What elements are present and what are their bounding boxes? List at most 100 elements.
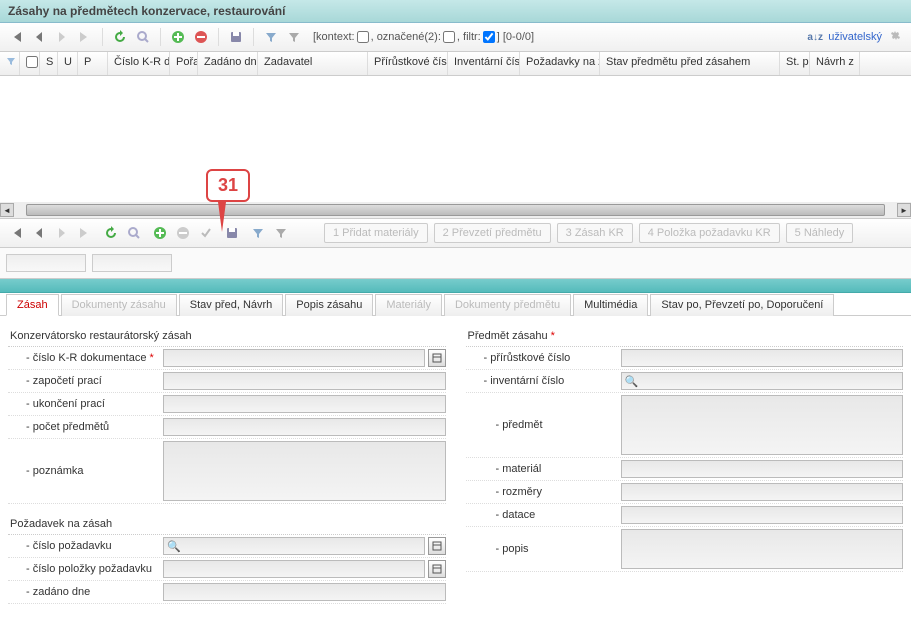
grid-col-10[interactable]: Inventární číslo bbox=[448, 52, 520, 75]
search-icon[interactable]: 🔍 bbox=[625, 375, 639, 388]
form-area: Konzervátorsko restaurátorský zásah - čí… bbox=[0, 316, 911, 624]
label-material: - materiál bbox=[466, 460, 621, 478]
user-link[interactable]: uživatelský bbox=[828, 31, 882, 43]
context-checkbox[interactable] bbox=[357, 31, 369, 43]
input-desc[interactable] bbox=[621, 529, 904, 569]
nav-last-icon[interactable] bbox=[75, 27, 95, 47]
nav-last-icon[interactable] bbox=[75, 223, 95, 243]
input-count[interactable] bbox=[163, 418, 446, 436]
label-dating: - datace bbox=[466, 506, 621, 524]
input-accnum[interactable] bbox=[621, 349, 904, 367]
tab-0[interactable]: Zásah bbox=[6, 294, 59, 316]
label-kr-doc: - číslo K-R dokumentace * bbox=[8, 349, 163, 367]
save-icon[interactable] bbox=[226, 27, 246, 47]
label-accnum: - přírůstkové číslo bbox=[466, 349, 621, 367]
scroll-right-icon[interactable]: ► bbox=[897, 203, 911, 217]
remove-icon[interactable] bbox=[173, 223, 193, 243]
tab-2[interactable]: Stav před, Návrh bbox=[179, 294, 284, 316]
nav-first-icon[interactable] bbox=[6, 27, 26, 47]
input-end[interactable] bbox=[163, 395, 446, 413]
grid-col-1[interactable] bbox=[20, 52, 40, 75]
action-btn-1[interactable]: 2 Převzetí předmětu bbox=[434, 223, 551, 243]
label-start: - započetí prací bbox=[8, 372, 163, 390]
nav-next-icon[interactable] bbox=[52, 27, 72, 47]
filter-clear-icon[interactable] bbox=[271, 223, 291, 243]
status-text: [kontext: , označené(2): , filtr: ] [0-0… bbox=[313, 31, 534, 43]
grid-col-9[interactable]: Přírůstkové číslo bbox=[368, 52, 448, 75]
search-icon[interactable]: 🔍 bbox=[167, 540, 181, 553]
grid-col-13[interactable]: St. př bbox=[780, 52, 810, 75]
input-dating[interactable] bbox=[621, 506, 904, 524]
detail-toolbar: 31 1 Přidat materiály2 Převzetí předmětu… bbox=[0, 218, 911, 248]
grid-col-12[interactable]: Stav předmětu před zásahem bbox=[600, 52, 780, 75]
grid-col-3[interactable]: U bbox=[58, 52, 78, 75]
nav-next-icon[interactable] bbox=[52, 223, 72, 243]
nav-prev-icon[interactable] bbox=[29, 27, 49, 47]
grid-col-6[interactable]: Pořa bbox=[170, 52, 198, 75]
input-dims[interactable] bbox=[621, 483, 904, 501]
window-title: Zásahy na předmětech konzervace, restaur… bbox=[0, 0, 911, 23]
nav-prev-icon[interactable] bbox=[29, 223, 49, 243]
label-note: - poznámka bbox=[8, 462, 163, 480]
scroll-left-icon[interactable]: ◄ bbox=[0, 203, 14, 217]
teal-divider bbox=[0, 279, 911, 293]
sub-toolbar bbox=[0, 248, 911, 279]
refresh-icon[interactable] bbox=[101, 223, 121, 243]
action-btn-0[interactable]: 1 Přidat materiály bbox=[324, 223, 428, 243]
grid-col-4[interactable]: P bbox=[78, 52, 108, 75]
action-btn-3[interactable]: 4 Položka požadavku KR bbox=[639, 223, 780, 243]
settings-icon[interactable] bbox=[885, 27, 905, 47]
remove-icon[interactable] bbox=[191, 27, 211, 47]
grid-scrollbar[interactable]: ◄ ► bbox=[0, 202, 911, 218]
add-icon[interactable] bbox=[168, 27, 188, 47]
input-kr-doc[interactable] bbox=[163, 349, 425, 367]
input-reqdate[interactable] bbox=[163, 583, 446, 601]
tab-6[interactable]: Multimédia bbox=[573, 294, 648, 316]
tab-7[interactable]: Stav po, Převzetí po, Doporučení bbox=[650, 294, 834, 316]
sub-field-2[interactable] bbox=[92, 254, 172, 272]
picker-reqnum-icon[interactable] bbox=[428, 537, 446, 555]
form-right-column: Předmět zásahu * - přírůstkové číslo - i… bbox=[466, 326, 904, 604]
label-itemnum: - číslo položky požadavku bbox=[8, 560, 163, 578]
label-count: - počet předmětů bbox=[8, 418, 163, 436]
add-icon[interactable] bbox=[150, 223, 170, 243]
picker-itemnum-icon[interactable] bbox=[428, 560, 446, 578]
grid-col-5[interactable]: Číslo K-R dok bbox=[108, 52, 170, 75]
nav-first-icon[interactable] bbox=[6, 223, 26, 243]
grid-col-2[interactable]: S bbox=[40, 52, 58, 75]
tab-1[interactable]: Dokumenty zásahu bbox=[61, 294, 177, 316]
callout-annotation: 31 bbox=[206, 169, 250, 232]
refresh-icon[interactable] bbox=[110, 27, 130, 47]
input-reqnum[interactable]: 🔍 bbox=[163, 537, 425, 555]
scroll-thumb[interactable] bbox=[26, 204, 885, 216]
input-invnum[interactable]: 🔍 bbox=[621, 372, 904, 390]
action-btn-4[interactable]: 5 Náhledy bbox=[786, 223, 854, 243]
zoom-icon[interactable] bbox=[133, 27, 153, 47]
picker-kr-doc-icon[interactable] bbox=[428, 349, 446, 367]
action-btn-2[interactable]: 3 Zásah KR bbox=[557, 223, 633, 243]
grid-col-11[interactable]: Požadavky na zá bbox=[520, 52, 600, 75]
grid-col-0[interactable] bbox=[0, 52, 20, 75]
tab-4[interactable]: Materiály bbox=[375, 294, 442, 316]
filter-checkbox[interactable] bbox=[483, 31, 495, 43]
grid-col-14[interactable]: Návrh z bbox=[810, 52, 860, 75]
label-object: - předmět bbox=[466, 416, 621, 434]
form-left-column: Konzervátorsko restaurátorský zásah - čí… bbox=[8, 326, 446, 604]
input-start[interactable] bbox=[163, 372, 446, 390]
input-note[interactable] bbox=[163, 441, 446, 501]
label-reqnum: - číslo požadavku bbox=[8, 537, 163, 555]
input-material[interactable] bbox=[621, 460, 904, 478]
tab-5[interactable]: Dokumenty předmětu bbox=[444, 294, 571, 316]
input-itemnum[interactable] bbox=[163, 560, 425, 578]
zoom-icon[interactable] bbox=[124, 223, 144, 243]
tab-3[interactable]: Popis zásahu bbox=[285, 294, 373, 316]
filter-clear-icon[interactable] bbox=[284, 27, 304, 47]
input-object[interactable] bbox=[621, 395, 904, 455]
selected-checkbox[interactable] bbox=[443, 31, 455, 43]
grid-col-8[interactable]: Zadavatel bbox=[258, 52, 368, 75]
sub-field-1[interactable] bbox=[6, 254, 86, 272]
grid-col-7[interactable]: Zadáno dne bbox=[198, 52, 258, 75]
filter-icon[interactable] bbox=[248, 223, 268, 243]
filter-icon[interactable] bbox=[261, 27, 281, 47]
sort-az-icon[interactable]: a↓z bbox=[805, 27, 825, 47]
